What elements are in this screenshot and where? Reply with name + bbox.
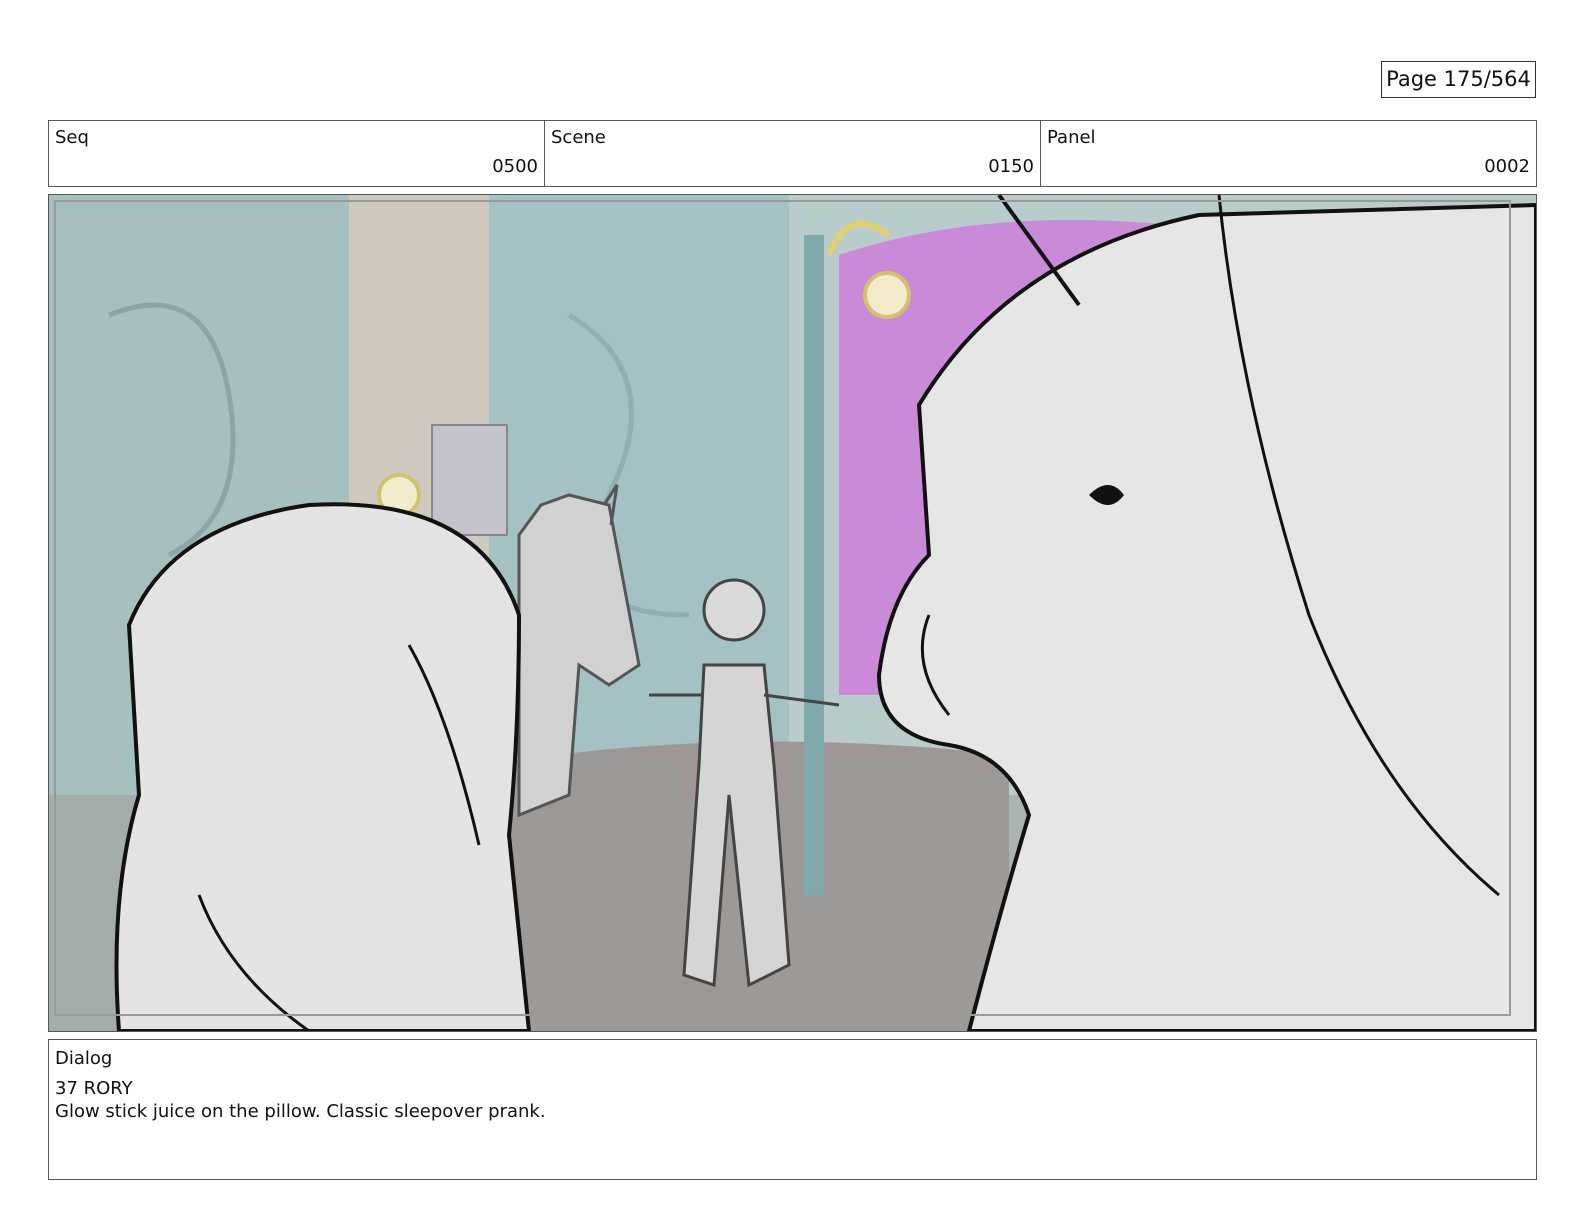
dialog-character: 37 RORY <box>55 1078 133 1099</box>
dialog-label: Dialog <box>55 1048 113 1069</box>
storyboard-drawing <box>49 195 1536 1031</box>
lamp-globe <box>863 271 911 319</box>
seq-cell: Seq 0500 <box>49 121 545 186</box>
scene-value: 0150 <box>988 156 1034 177</box>
foreground-girl <box>114 502 532 1031</box>
boy-head <box>702 578 766 642</box>
scene-label: Scene <box>551 127 606 148</box>
scene-cell: Scene 0150 <box>545 121 1041 186</box>
seq-value: 0500 <box>492 156 538 177</box>
panel-value: 0002 <box>1484 156 1530 177</box>
seq-label: Seq <box>55 127 89 148</box>
page-number: Page 175/564 <box>1381 61 1536 98</box>
panel-info-header: Seq 0500 Scene 0150 Panel 0002 <box>48 120 1537 187</box>
dialog-text: Glow stick juice on the pillow. Classic … <box>55 1101 546 1122</box>
lamp-post <box>804 235 824 895</box>
speaker-box <box>431 424 508 536</box>
dialog-box: Dialog 37 RORY Glow stick juice on the p… <box>48 1039 1537 1180</box>
panel-cell: Panel 0002 <box>1041 121 1536 186</box>
panel-label: Panel <box>1047 127 1096 148</box>
storyboard-frame <box>48 194 1537 1032</box>
